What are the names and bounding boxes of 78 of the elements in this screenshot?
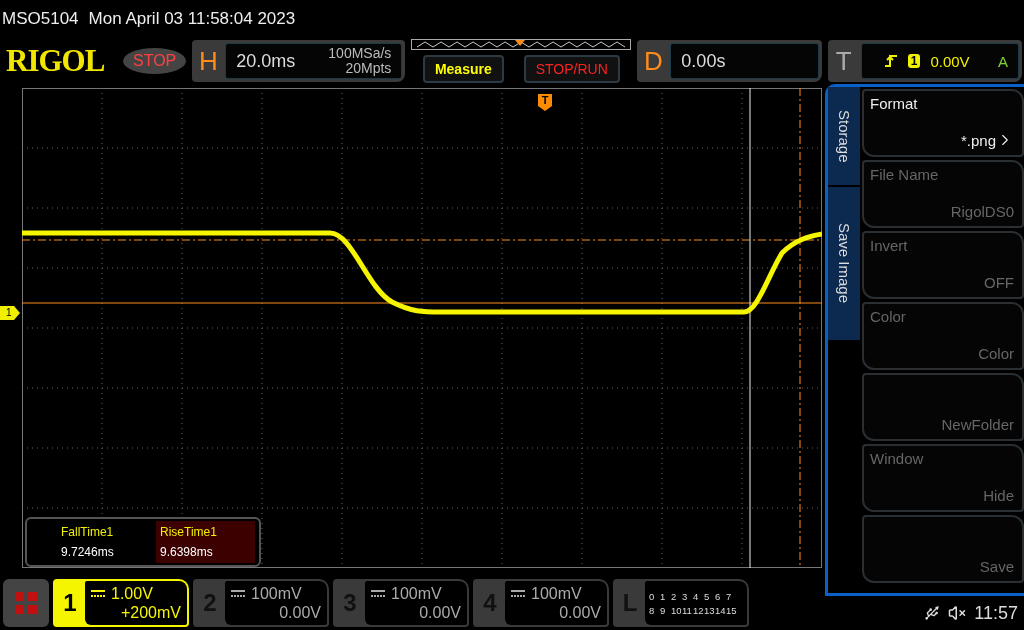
brand-logo: RIGOL [6, 43, 106, 79]
dc-coupling-icon [511, 589, 525, 598]
menu-item-value: OFF [984, 274, 1014, 291]
digital-channel-number: 3 [682, 590, 688, 602]
digital-channel-number: 13 [704, 604, 715, 616]
run-state-badge: STOP [123, 48, 187, 74]
menu-item-label: Invert [870, 237, 908, 254]
dc-coupling-icon [91, 589, 105, 598]
channel-offset: 0.00V [279, 603, 321, 622]
channel-offset: +200mV [120, 603, 181, 622]
digital-channel-number: 12 [693, 604, 704, 616]
clock-time: 11:57 [974, 602, 1018, 624]
digital-channel-number: 1 [660, 590, 666, 602]
grid-squares-icon [14, 591, 38, 615]
sample-rate: 100MSa/s [328, 46, 392, 61]
memory-depth: 20Mpts [345, 61, 392, 76]
measurement-item[interactable]: FallTime1 9.7246ms [57, 521, 156, 563]
channel-button[interactable]: 1 1.00V +200mV [53, 579, 189, 627]
menu-item-value: RigolDS0 [950, 203, 1014, 220]
timebase-value: 20.0ms [236, 50, 296, 72]
menu-item-value: Save [979, 558, 1014, 575]
trigger-mode: A [997, 52, 1008, 70]
menu-tab[interactable]: Storage [828, 87, 860, 187]
digital-channel-number: 0 [649, 590, 655, 602]
digital-channel-number: 6 [715, 590, 721, 602]
measure-button[interactable]: Measure [422, 55, 504, 83]
measurement-value: 9.6398ms [160, 545, 214, 559]
channel-offset: 0.00V [419, 603, 461, 622]
dc-coupling-icon [371, 589, 385, 598]
digital-channel-number: 15 [726, 604, 737, 616]
stop-run-button[interactable]: STOP/RUN [523, 55, 620, 83]
digital-channel-number: 7 [726, 590, 732, 602]
digital-channel-number: 11 [682, 604, 692, 616]
measurement-label: FallTime1 [61, 525, 115, 539]
measurement-item[interactable]: RiseTime1 9.6398ms [156, 521, 255, 563]
mute-icon [948, 604, 967, 622]
channel-scale: 100mV [531, 584, 582, 603]
delay-value: 0.00s [681, 50, 726, 72]
menu-item-label: Color [870, 308, 906, 325]
channel-marker[interactable]: 1 [0, 306, 20, 320]
menu-item-label: File Name [870, 166, 939, 183]
date-time: Mon April 03 11:58:04 2023 [88, 9, 296, 29]
menu-tab[interactable]: Save Image [828, 187, 860, 342]
dc-coupling-icon [231, 589, 245, 598]
model-name: MSO5104 [2, 9, 79, 29]
channel-number: 1 [62, 588, 78, 618]
menu-item-value: *.png [960, 131, 996, 149]
menu-item-value: Hide [983, 487, 1014, 504]
usb-icon [924, 605, 941, 621]
digital-channel-number: 4 [693, 590, 699, 602]
digital-channel-number: 5 [704, 590, 710, 602]
digital-channel-number: 10 [671, 604, 682, 616]
trigger-marker[interactable]: T [538, 94, 552, 111]
delay-label: D [642, 45, 664, 77]
channel-scale: 100mV [251, 584, 302, 603]
digital-channel-number: 8 [649, 604, 655, 616]
measurement-value: 9.7246ms [61, 545, 115, 559]
menu-item-value: Color [978, 345, 1014, 362]
digital-channel-number: 14 [715, 604, 726, 616]
menu-item[interactable]: Format *.png [862, 89, 1024, 157]
horizontal-panel[interactable]: H 20.0ms 100MSa/s 20Mpts [192, 40, 406, 82]
trigger-source: 1 [907, 54, 921, 68]
cursor-line[interactable] [22, 239, 822, 241]
channel-offset: 0.00V [559, 603, 601, 622]
delay-panel[interactable]: D 0.00s [637, 40, 822, 82]
menu-item-value: NewFolder [941, 416, 1014, 433]
channel-scale: 1.00V [111, 584, 153, 603]
measurement-label: RiseTime1 [160, 525, 218, 539]
digital-channel-number: 2 [671, 590, 677, 602]
digital-channel-number: 9 [660, 604, 666, 616]
trigger-label: T [834, 45, 853, 77]
menu-item-label: Window [870, 450, 924, 467]
horizontal-label: H [197, 45, 219, 77]
rising-edge-icon [883, 54, 898, 68]
channel-scale: 100mV [391, 584, 442, 603]
menu-item-label: Format [870, 95, 918, 112]
trigger-level: 0.00V [930, 52, 970, 70]
trigger-panel[interactable]: T 1 0.00V A [827, 40, 1022, 82]
